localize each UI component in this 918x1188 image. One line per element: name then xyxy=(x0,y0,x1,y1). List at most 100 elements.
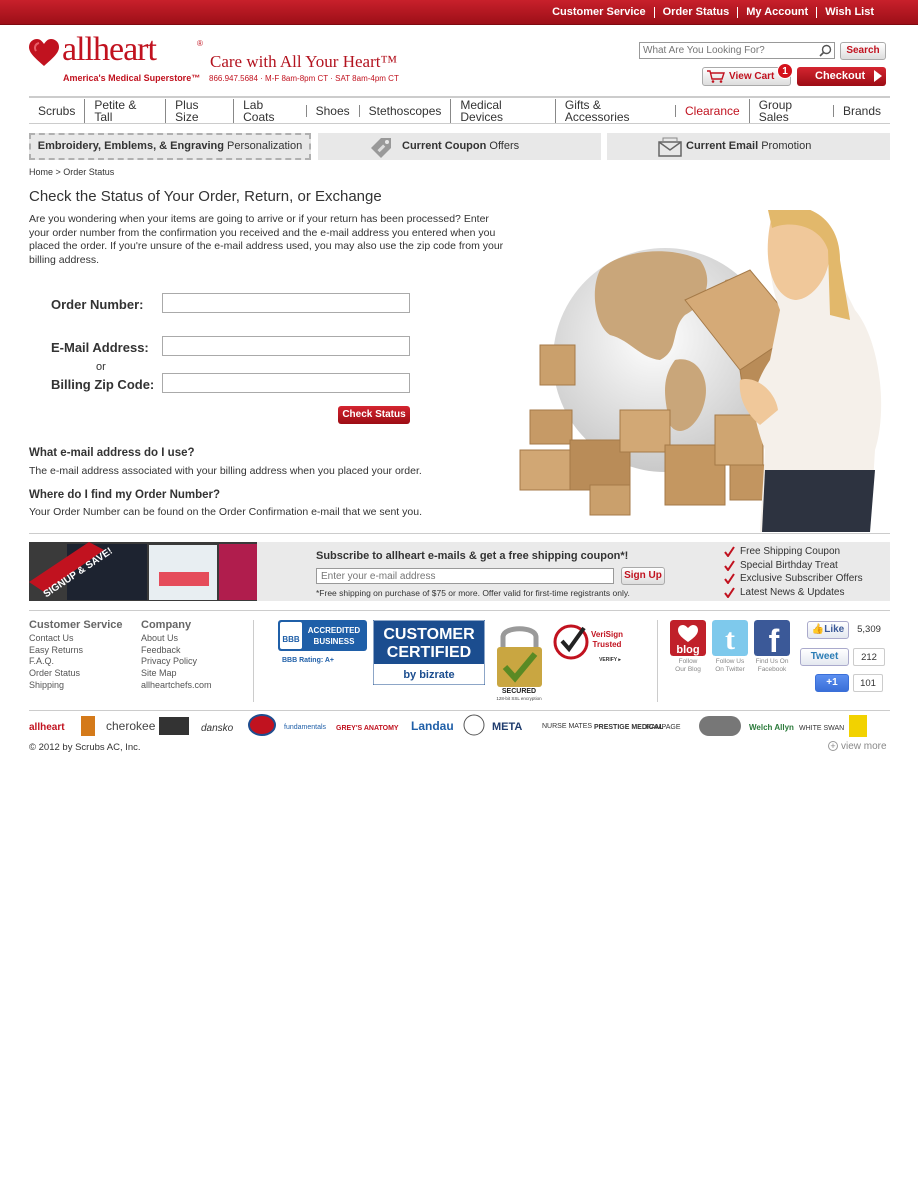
plusone-count: 101 xyxy=(853,674,883,692)
coupon-tag-icon xyxy=(371,138,391,158)
brand-logo-fundamentals[interactable]: fundamentals xyxy=(284,724,327,731)
checkmark-icon xyxy=(724,573,735,584)
faq-answer-email: The e-mail address associated with your … xyxy=(29,465,422,477)
signup-button[interactable]: Sign Up xyxy=(621,567,665,585)
verisign-line1: VeriSign xyxy=(591,630,623,639)
signup-title: Subscribe to allheart e-mails & get a fr… xyxy=(316,550,629,562)
verisign-trusted-badge[interactable]: VeriSign Trusted VERIFY ▸ xyxy=(552,622,630,664)
blog-icon: blog xyxy=(670,620,706,656)
ssl-sub: 128-bit SSL encryption xyxy=(496,696,542,701)
footer-link-contact-us[interactable]: Contact Us xyxy=(29,633,123,645)
nav-lab-coats[interactable]: Lab Coats xyxy=(233,98,306,123)
view-cart-label: View Cart xyxy=(729,71,775,82)
google-plusone-button[interactable]: +1 xyxy=(815,674,849,692)
logo-registered-mark: ® xyxy=(197,39,203,48)
tweet-button[interactable]: Tweet xyxy=(800,648,849,666)
footer-link-easy-returns[interactable]: Easy Returns xyxy=(29,645,123,657)
nav-stethoscopes[interactable]: Stethoscopes xyxy=(358,104,451,117)
footer-link-allheartchefs[interactable]: allheartchefs.com xyxy=(141,680,212,692)
brand-logo-cherokee[interactable]: cherokee xyxy=(106,719,156,733)
footer-link-site-map[interactable]: Site Map xyxy=(141,668,212,680)
social-blog[interactable]: blog Follow Our Blog xyxy=(669,620,707,673)
checkout-button[interactable]: Checkout xyxy=(797,67,886,86)
brand-logo-nurse-mates[interactable]: NURSE MATES xyxy=(542,723,592,730)
view-more-link[interactable]: + view more xyxy=(828,741,887,752)
nav-clearance[interactable]: Clearance xyxy=(675,104,749,117)
phone-hours: 866.947.5684 · M-F 8am-8pm CT · SAT 8am-… xyxy=(209,74,399,83)
facebook-like-button[interactable]: 👍Like xyxy=(807,621,849,639)
promo-email[interactable]: Current Email Promotion xyxy=(607,133,890,160)
site-logo[interactable]: allheart ® America's Medical Superstore™ xyxy=(29,31,209,87)
search-box xyxy=(639,42,835,59)
bbb-line2: BUSINESS xyxy=(314,637,356,646)
bizrate-customer-certified-badge[interactable]: CUSTOMER CERTIFIED by bizrate xyxy=(373,620,485,685)
breadcrumb[interactable]: Home > Order Status xyxy=(29,167,114,177)
order-number-input[interactable] xyxy=(162,293,410,313)
nav-shoes[interactable]: Shoes xyxy=(305,104,359,117)
footer-link-privacy-policy[interactable]: Privacy Policy xyxy=(141,656,212,668)
brands-divider xyxy=(29,710,890,711)
footer-link-shipping[interactable]: Shipping xyxy=(29,680,123,692)
social-twitter[interactable]: t Follow Us On Twitter xyxy=(711,620,749,673)
content-divider xyxy=(29,533,890,534)
search-icon[interactable] xyxy=(819,44,832,57)
promo-coupon-bold: Current Coupon xyxy=(402,140,487,152)
view-more-label: view more xyxy=(841,741,887,752)
zip-code-input[interactable] xyxy=(162,373,410,393)
tagline: Care with All Your Heart™ xyxy=(210,52,398,71)
footer-link-faq[interactable]: F.A.Q. xyxy=(29,656,123,668)
bbb-accredited-badge[interactable]: BBB ACCREDITED BUSINESS BBB Rating: A+ xyxy=(278,620,367,665)
social-caption: Our Blog xyxy=(675,665,701,673)
social-facebook[interactable]: f Find Us On Facebook xyxy=(753,620,791,673)
signup-promo-banner[interactable]: SIGNUP & SAVE! xyxy=(29,542,257,601)
footer-link-about-us[interactable]: About Us xyxy=(141,633,212,645)
nav-gifts-accessories[interactable]: Gifts & Accessories xyxy=(554,98,675,123)
svg-text:t: t xyxy=(725,623,735,656)
promo-personalization-bold: Embroidery, Emblems, & Engraving xyxy=(37,140,224,152)
nav-brands[interactable]: Brands xyxy=(832,104,890,117)
promo-coupon-rest: Offers xyxy=(486,140,520,152)
nav-scrubs[interactable]: Scrubs xyxy=(29,105,84,117)
brand-logos-strip: allheart cherokee dansko fundamentals GR… xyxy=(29,714,867,737)
nav-plus-size[interactable]: Plus Size xyxy=(165,98,233,123)
thumbs-up-icon: 👍 xyxy=(811,624,825,635)
footer-company: Company About Us Feedback Privacy Policy… xyxy=(141,619,212,692)
brand-logo-meta[interactable]: META xyxy=(492,721,522,733)
nav-medical-devices[interactable]: Medical Devices xyxy=(450,98,554,123)
order-number-label: Order Number: xyxy=(51,297,144,312)
top-link-wish-list[interactable]: Wish List xyxy=(816,7,882,18)
search-button[interactable]: Search xyxy=(840,42,886,60)
nav-group-sales[interactable]: Group Sales xyxy=(748,98,833,123)
social-caption: On Twitter xyxy=(715,665,745,673)
footer-link-feedback[interactable]: Feedback xyxy=(141,645,212,657)
benefit-item: Special Birthday Treat xyxy=(724,559,863,573)
nav-petite-tall[interactable]: Petite & Tall xyxy=(84,98,165,123)
social-caption: Follow Us xyxy=(715,658,745,665)
promo-coupon-offers[interactable]: Current Coupon Offers xyxy=(318,133,601,160)
check-status-button[interactable]: Check Status xyxy=(338,406,410,424)
top-link-my-account[interactable]: My Account xyxy=(737,7,816,18)
top-link-customer-service[interactable]: Customer Service xyxy=(544,7,654,18)
brand-logo-white-swan[interactable]: WHITE SWAN xyxy=(799,725,844,732)
email-label: E-Mail Address: xyxy=(51,340,149,355)
brand-logo-landau[interactable]: Landau xyxy=(411,719,454,733)
cart-icon xyxy=(707,70,725,83)
brand-logo-dansko[interactable]: dansko xyxy=(201,723,234,734)
promo-personalization[interactable]: Embroidery, Emblems, & Engraving Persona… xyxy=(29,133,311,160)
cart-count-badge: 1 xyxy=(777,63,793,79)
top-link-order-status[interactable]: Order Status xyxy=(653,7,738,18)
ssl-label: SECURED xyxy=(502,688,536,695)
email-input[interactable] xyxy=(162,336,410,356)
brand-logo-rampage[interactable]: RAMPAGE xyxy=(646,724,681,731)
footer-link-order-status[interactable]: Order Status xyxy=(29,668,123,680)
footer-divider xyxy=(29,610,890,611)
search-input[interactable] xyxy=(640,43,816,58)
brand-logo-greys-anatomy[interactable]: GREY'S ANATOMY xyxy=(336,725,399,732)
checkout-label: Checkout xyxy=(815,70,866,82)
like-count: 5,309 xyxy=(853,621,885,639)
ssl-secured-badge[interactable]: SECURED 128-bit SSL encryption xyxy=(491,621,548,701)
brand-logo-welch-allyn[interactable]: Welch Allyn xyxy=(749,723,794,732)
brand-logo-allheart[interactable]: allheart xyxy=(29,722,65,733)
verisign-verify: VERIFY ▸ xyxy=(599,657,621,663)
signup-email-input[interactable] xyxy=(316,568,614,584)
